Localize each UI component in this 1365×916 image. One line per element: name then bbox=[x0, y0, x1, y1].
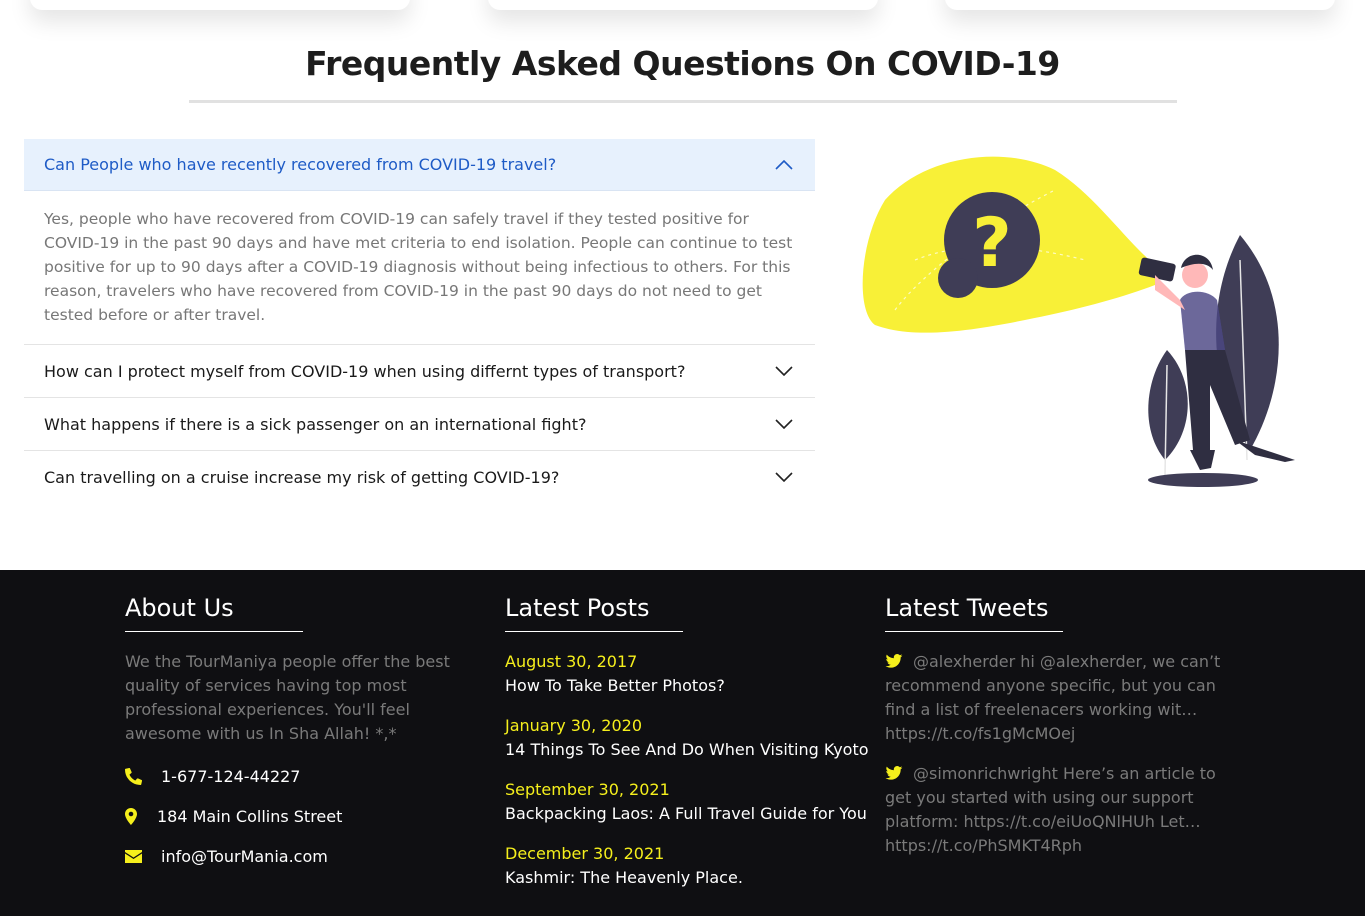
contact-phone[interactable]: 1-677-124-44227 bbox=[125, 764, 485, 788]
faq-answer: Yes, people who have recovered from COVI… bbox=[44, 210, 793, 324]
post-date: August 30, 2017 bbox=[505, 652, 638, 671]
twitter-icon bbox=[885, 654, 903, 668]
faq-item: How can I protect myself from COVID-19 w… bbox=[24, 345, 815, 398]
envelope-icon bbox=[125, 849, 161, 863]
post-date: January 30, 2020 bbox=[505, 716, 642, 735]
faq-title: Frequently Asked Questions On COVID-19 bbox=[305, 44, 1060, 83]
tweet-item[interactable]: @alexherder hi @alexherder, we can’t rec… bbox=[885, 650, 1245, 746]
faq-accordion: Can People who have recently recovered f… bbox=[24, 139, 815, 503]
faq-question-toggle[interactable]: What happens if there is a sick passenge… bbox=[24, 398, 815, 450]
post-item[interactable]: January 30, 2020 14 Things To See And Do… bbox=[505, 714, 869, 762]
contact-address: 184 Main Collins Street bbox=[125, 804, 485, 828]
tweet-text: @simonrichwright Here’s an article to ge… bbox=[885, 764, 1216, 855]
chevron-down-icon bbox=[775, 472, 793, 482]
footer-heading: About Us bbox=[125, 594, 234, 622]
card-shadow bbox=[488, 0, 878, 10]
faq-illustration: ? bbox=[862, 156, 1295, 487]
twitter-icon bbox=[885, 766, 903, 780]
contact-phone-text: 1-677-124-44227 bbox=[161, 766, 301, 786]
faq-item: What happens if there is a sick passenge… bbox=[24, 398, 815, 451]
phone-icon bbox=[125, 767, 161, 785]
heading-underline bbox=[885, 631, 1063, 632]
faq-question: What happens if there is a sick passenge… bbox=[44, 414, 587, 434]
chevron-down-icon bbox=[775, 366, 793, 376]
site-footer: About Us We the TourManiya people offer … bbox=[0, 570, 1365, 916]
post-title-link[interactable]: Backpacking Laos: A Full Travel Guide fo… bbox=[505, 802, 867, 826]
faq-item: Can travelling on a cruise increase my r… bbox=[24, 451, 815, 503]
chevron-up-icon bbox=[775, 159, 793, 170]
footer-heading: Latest Tweets bbox=[885, 594, 1049, 622]
footer-latest-tweets: Latest Tweets @alexherder hi @alexherder… bbox=[885, 594, 1245, 874]
contact-email[interactable]: info@TourMania.com bbox=[125, 844, 485, 868]
post-title-link[interactable]: How To Take Better Photos? bbox=[505, 674, 865, 698]
post-title-link[interactable]: Kashmir: The Heavenly Place. bbox=[505, 866, 865, 890]
footer-latest-posts: Latest Posts August 30, 2017 How To Take… bbox=[505, 594, 869, 906]
top-card-shadows bbox=[0, 0, 1365, 40]
faq-title-divider bbox=[189, 100, 1177, 103]
faq-question: How can I protect myself from COVID-19 w… bbox=[44, 361, 686, 381]
map-marker-icon bbox=[125, 807, 157, 825]
post-date: September 30, 2021 bbox=[505, 780, 670, 799]
svg-text:?: ? bbox=[972, 204, 1011, 283]
heading-underline bbox=[505, 631, 683, 632]
post-item[interactable]: September 30, 2021 Backpacking Laos: A F… bbox=[505, 778, 867, 826]
faq-question: Can travelling on a cruise increase my r… bbox=[44, 467, 560, 487]
footer-about: About Us We the TourManiya people offer … bbox=[125, 594, 485, 868]
heading-underline bbox=[125, 631, 303, 632]
faq-question-toggle[interactable]: How can I protect myself from COVID-19 w… bbox=[24, 345, 815, 397]
faq-item: Can People who have recently recovered f… bbox=[24, 139, 815, 345]
post-date: December 30, 2021 bbox=[505, 844, 665, 863]
faq-question-toggle[interactable]: Can People who have recently recovered f… bbox=[24, 139, 815, 191]
tweet-text: @alexherder hi @alexherder, we can’t rec… bbox=[885, 652, 1221, 743]
faq-question: Can People who have recently recovered f… bbox=[44, 155, 557, 174]
contact-email-text: info@TourMania.com bbox=[161, 846, 328, 866]
card-shadow bbox=[945, 0, 1335, 10]
tweet-item[interactable]: @simonrichwright Here’s an article to ge… bbox=[885, 762, 1245, 858]
post-item[interactable]: August 30, 2017 How To Take Better Photo… bbox=[505, 650, 865, 698]
post-item[interactable]: December 30, 2021 Kashmir: The Heavenly … bbox=[505, 842, 865, 890]
about-text: We the TourManiya people offer the best … bbox=[125, 652, 450, 743]
card-shadow bbox=[30, 0, 410, 10]
chevron-down-icon bbox=[775, 419, 793, 429]
post-title-link[interactable]: 14 Things To See And Do When Visiting Ky… bbox=[505, 738, 869, 762]
footer-heading: Latest Posts bbox=[505, 594, 650, 622]
faq-question-toggle[interactable]: Can travelling on a cruise increase my r… bbox=[24, 451, 815, 503]
contact-address-text: 184 Main Collins Street bbox=[157, 806, 343, 826]
